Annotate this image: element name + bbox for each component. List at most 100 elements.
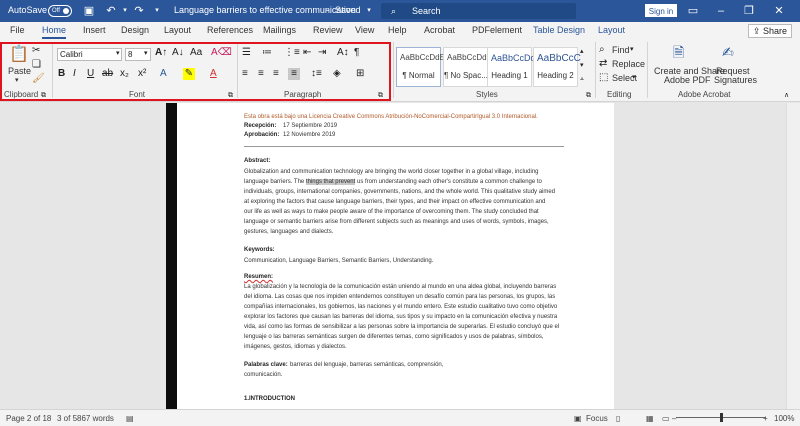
page-count[interactable]: Page 2 of 18 <box>6 414 51 423</box>
abstract-line[interactable]: at exploring the factors that cause lang… <box>244 198 564 207</box>
create-share-label-line2[interactable]: Adobe PDF <box>664 75 711 85</box>
clear-formatting-icon[interactable]: A⌫ <box>211 47 232 59</box>
shrink-font-icon[interactable]: A↓ <box>172 47 184 59</box>
web-layout-icon[interactable]: ▭ <box>662 414 670 423</box>
multilevel-list-icon[interactable]: ⋮≡ <box>284 47 300 59</box>
font-size-dropdown-icon[interactable]: ▾ <box>144 48 148 60</box>
bold-icon[interactable]: B <box>58 68 65 80</box>
save-icon[interactable]: ▣ <box>82 4 96 18</box>
text-effects-icon[interactable]: A <box>160 68 167 80</box>
tab-table-layout[interactable]: Layout <box>598 25 625 35</box>
word-count[interactable]: 3 of 5867 words <box>57 414 114 423</box>
customize-toolbar-icon[interactable]: ▾ <box>150 4 164 18</box>
read-mode-icon[interactable]: ▯ <box>616 414 620 423</box>
focus-icon[interactable]: ▣ <box>574 414 582 423</box>
highlight-color-icon[interactable]: ✎ <box>183 68 195 80</box>
styles-more-icon[interactable]: ⩡ <box>580 74 584 86</box>
zoom-level[interactable]: 100% <box>774 414 794 423</box>
style-heading-2[interactable]: AaBbCcC Heading 2 <box>533 47 581 87</box>
create-pdf-icon[interactable]: 🗎 <box>673 44 684 60</box>
change-case-icon[interactable]: Aa <box>190 47 202 59</box>
shading-icon[interactable]: ◈ <box>333 68 341 80</box>
abstract-line[interactable]: gestures, languages and dialects. <box>244 228 564 237</box>
tab-mailings[interactable]: Mailings <box>263 25 296 35</box>
tab-table-design[interactable]: Table Design <box>533 25 585 35</box>
align-center-icon[interactable]: ≡ <box>258 68 264 80</box>
subscript-icon[interactable]: x₂ <box>120 68 129 80</box>
share-button[interactable]: ⇪ Share <box>748 24 792 38</box>
close-icon[interactable]: ✕ <box>772 4 786 18</box>
font-name-dropdown-icon[interactable]: ▾ <box>116 48 120 60</box>
replace-button[interactable]: Replace <box>612 59 645 69</box>
paste-dropdown-icon[interactable]: ▾ <box>15 76 19 84</box>
paste-label[interactable]: Paste <box>8 66 31 76</box>
resumen-line[interactable]: del idioma. Las cosas que nos impiden en… <box>244 293 564 302</box>
keywords-text[interactable]: Communication, Language Barriers, Semant… <box>244 257 433 266</box>
underline-icon[interactable]: U <box>87 68 94 80</box>
vertical-scrollbar[interactable] <box>786 103 800 409</box>
resumen-line[interactable]: La globalización y la tecnología de la c… <box>244 283 564 292</box>
proofing-icon[interactable]: ▤ <box>126 414 134 423</box>
zoom-in-icon[interactable]: + <box>763 414 768 423</box>
tab-review[interactable]: Review <box>313 25 343 35</box>
style-normal[interactable]: AaBbCcDdEe ¶ Normal <box>396 47 449 87</box>
redo-icon[interactable]: ↷ <box>132 4 146 18</box>
undo-dropdown-icon[interactable]: ▾ <box>118 4 132 18</box>
abstract-line[interactable]: language barriers. The things that preve… <box>244 178 564 187</box>
style-no-spacing[interactable]: AaBbCcDdEe ¶ No Spac... <box>443 47 496 87</box>
palabras-line[interactable]: comunicación. <box>244 371 282 380</box>
zoom-out-icon[interactable]: – <box>672 414 676 423</box>
paste-icon[interactable]: 📋 <box>9 46 29 64</box>
maximize-icon[interactable]: ❐ <box>742 4 756 18</box>
tab-references[interactable]: References <box>207 25 253 35</box>
find-dropdown-icon[interactable]: ▾ <box>630 44 634 56</box>
tab-home[interactable]: Home <box>42 25 67 39</box>
search-box[interactable]: ⌕ Search <box>381 3 576 19</box>
italic-icon[interactable]: I <box>73 68 76 80</box>
resumen-line[interactable]: explorar los factores que causan las bar… <box>244 313 564 322</box>
tab-layout[interactable]: Layout <box>164 25 191 35</box>
tab-insert[interactable]: Insert <box>83 25 106 35</box>
tab-help[interactable]: Help <box>388 25 407 35</box>
tab-file[interactable]: File <box>10 25 25 35</box>
resumen-line[interactable]: compañías internacionales, los gobiernos… <box>244 303 564 312</box>
abstract-line[interactable]: Globalization and communication technolo… <box>244 168 564 177</box>
cut-icon[interactable]: ✂ <box>32 45 40 57</box>
justify-icon[interactable]: ≡ <box>288 68 300 80</box>
font-launcher-icon[interactable]: ⧉ <box>228 90 233 102</box>
styles-launcher-icon[interactable]: ⧉ <box>586 90 591 102</box>
sign-in-button[interactable]: Sign in <box>645 4 677 17</box>
tab-view[interactable]: View <box>355 25 374 35</box>
font-color-icon[interactable]: A <box>210 68 217 80</box>
collapse-ribbon-icon[interactable]: ∧ <box>784 90 789 102</box>
format-painter-icon[interactable]: 🖌 <box>32 73 45 85</box>
zoom-slider-knob[interactable] <box>720 413 723 422</box>
decrease-indent-icon[interactable]: ⇤ <box>303 47 311 59</box>
tab-acrobat[interactable]: Acrobat <box>424 25 455 35</box>
find-icon[interactable]: ⌕ <box>599 44 605 56</box>
align-right-icon[interactable]: ≡ <box>273 68 279 80</box>
strikethrough-icon[interactable]: ab <box>102 68 113 80</box>
resumen-line[interactable]: imágenes, gestos, idiomas y dialectos. <box>244 343 564 352</box>
copy-icon[interactable]: ❏ <box>32 59 41 71</box>
bullets-icon[interactable]: ☰ <box>242 47 251 59</box>
select-dropdown-icon[interactable]: ▾ <box>632 72 636 84</box>
clipboard-launcher-icon[interactable]: ⧉ <box>41 90 46 102</box>
selected-text[interactable]: things that prevent <box>305 179 356 185</box>
request-signatures-icon[interactable]: ✍ <box>722 44 734 60</box>
print-layout-icon[interactable]: ▦ <box>646 414 654 423</box>
show-formatting-icon[interactable]: ¶ <box>354 47 359 59</box>
abstract-line[interactable]: individuals, groups, international compa… <box>244 188 564 197</box>
increase-indent-icon[interactable]: ⇥ <box>318 47 326 59</box>
request-label-line2[interactable]: Signatures <box>714 75 757 85</box>
borders-icon[interactable]: ⊞ <box>356 68 364 80</box>
autosave-toggle[interactable]: Off <box>48 5 72 17</box>
align-left-icon[interactable]: ≡ <box>242 68 248 80</box>
title-dropdown-icon[interactable]: ▾ <box>362 4 376 18</box>
line-spacing-icon[interactable]: ↕≡ <box>311 68 322 80</box>
tab-design[interactable]: Design <box>121 25 149 35</box>
abstract-line[interactable]: language or semantic barriers arise from… <box>244 218 564 227</box>
superscript-icon[interactable]: x² <box>138 68 146 80</box>
font-name-combo[interactable]: Calibri <box>57 48 122 61</box>
numbering-icon[interactable]: ≔ <box>262 47 272 59</box>
